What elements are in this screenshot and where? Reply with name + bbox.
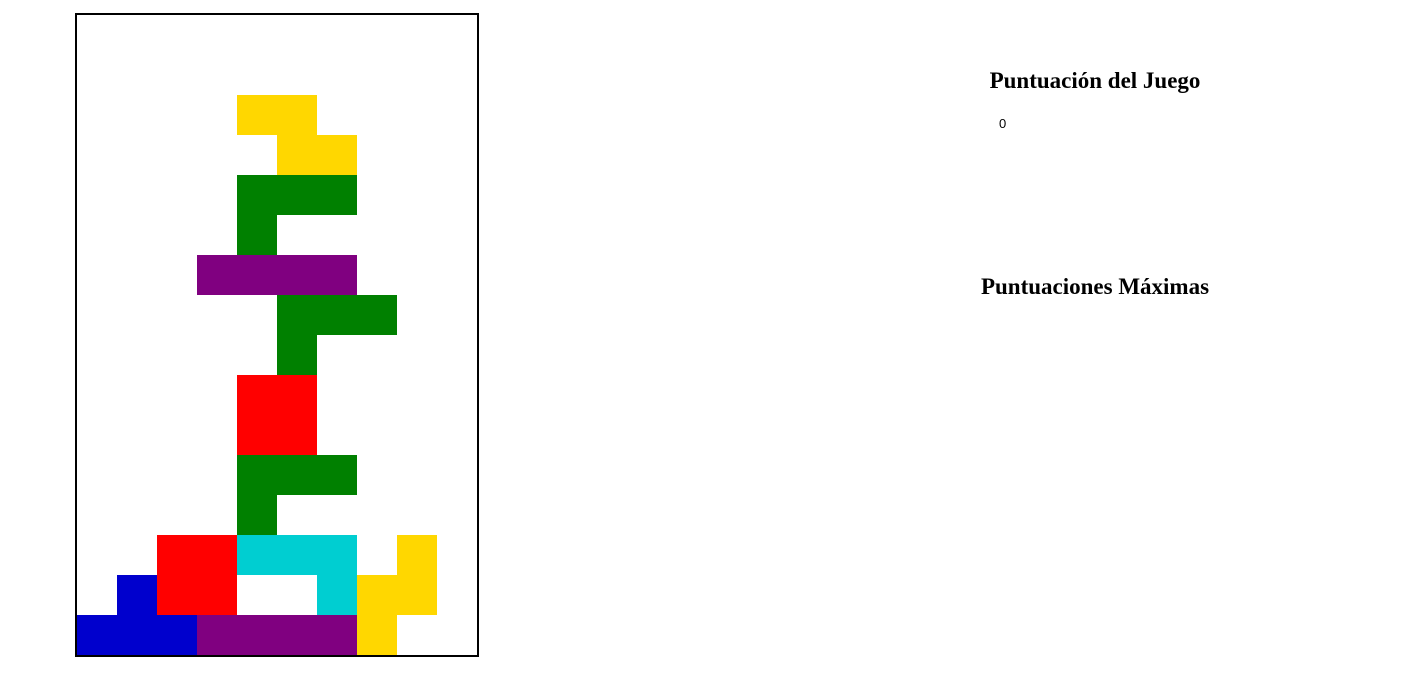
board-cell: [317, 295, 357, 335]
board-cell: [117, 575, 157, 615]
board-cell: [157, 575, 197, 615]
board-cell: [277, 135, 317, 175]
board-cell: [237, 415, 277, 455]
board-cell: [77, 615, 117, 655]
score-value: 0: [999, 116, 1007, 131]
board-cell: [317, 575, 357, 615]
board-cell: [117, 615, 157, 655]
board-cell: [357, 615, 397, 655]
board-cell: [197, 575, 237, 615]
high-scores-title: Puntuaciones Máximas: [980, 274, 1210, 299]
board-cell: [237, 255, 277, 295]
board-cell: [237, 535, 277, 575]
board-cell: [357, 295, 397, 335]
board-cell: [237, 615, 277, 655]
board-cell: [277, 375, 317, 415]
board-cell: [277, 295, 317, 335]
board-cell: [277, 455, 317, 495]
board-cell: [277, 535, 317, 575]
board-cell: [317, 175, 357, 215]
board-cell: [277, 615, 317, 655]
board-cell: [317, 135, 357, 175]
board-cell: [317, 535, 357, 575]
board-cell: [317, 455, 357, 495]
board-cell: [317, 615, 357, 655]
board-cell: [317, 255, 357, 295]
board-cell: [237, 215, 277, 255]
board-cell: [237, 455, 277, 495]
board-cell: [277, 335, 317, 375]
score-title: Puntuación del Juego: [989, 68, 1201, 93]
board-cell: [197, 615, 237, 655]
board-cell: [237, 495, 277, 535]
board-cell: [397, 575, 437, 615]
board-cell: [157, 615, 197, 655]
board-cell: [277, 95, 317, 135]
game-board: [75, 13, 479, 657]
board-cell: [157, 535, 197, 575]
board-cell: [277, 175, 317, 215]
board-cell: [357, 575, 397, 615]
board-cell: [197, 255, 237, 295]
board-cell: [237, 95, 277, 135]
board-cell: [237, 375, 277, 415]
board-cell: [397, 535, 437, 575]
board-cell: [237, 175, 277, 215]
board-cell: [277, 255, 317, 295]
board-cell: [277, 415, 317, 455]
board-cell: [197, 535, 237, 575]
